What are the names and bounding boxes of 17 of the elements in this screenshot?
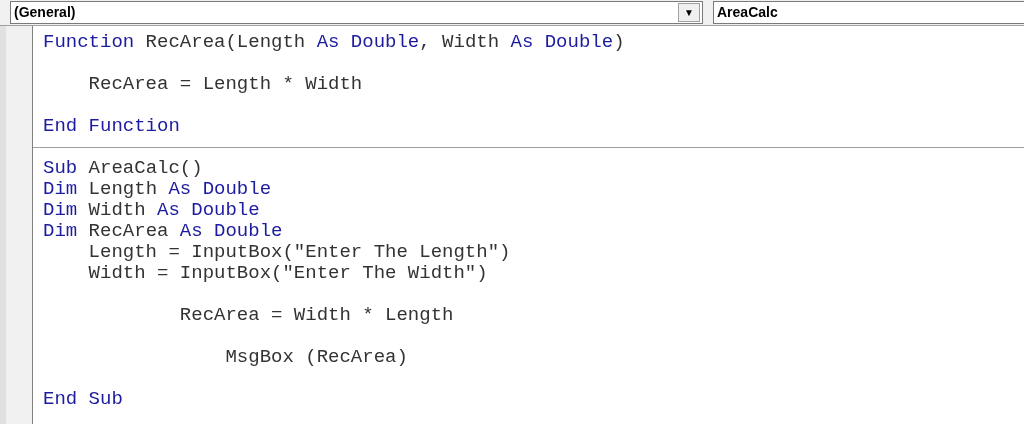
code-line: Dim Width As Double [43,199,260,221]
code-line: Length = InputBox("Enter The Length") [87,241,511,263]
procedure-dropdown[interactable]: AreaCalc [713,1,1024,24]
code-line: End Sub [43,388,123,410]
code-line: Width = InputBox("Enter The Width") [87,262,488,284]
object-dropdown[interactable]: (General) ▼ [10,1,703,24]
code-line: End Function [43,115,180,137]
code-line: Dim Length As Double [43,178,272,200]
code-line: Sub AreaCalc() [43,157,203,179]
code-line: Dim RecArea As Double [43,220,283,242]
code-line: MsgBox (RecArea) [224,346,408,368]
dropdown-arrow-button[interactable]: ▼ [678,3,700,22]
code-line: RecArea = Length * Width [87,73,363,95]
object-dropdown-value: (General) [13,3,77,22]
code-line: Function RecArea(Length As Double, Width As Double) [43,31,625,53]
procedure-dropdown-value: AreaCalc [716,3,778,22]
code-line: RecArea = Width * Length [178,304,454,326]
